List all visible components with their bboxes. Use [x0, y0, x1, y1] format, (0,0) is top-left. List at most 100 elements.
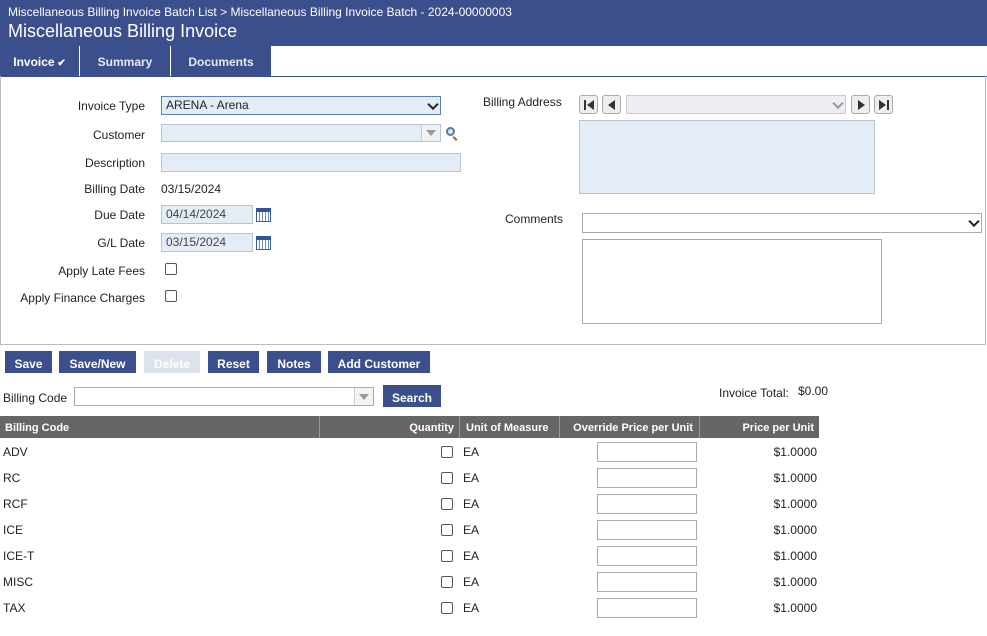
- save-new-button[interactable]: Save/New: [59, 351, 136, 373]
- previous-record-button[interactable]: [602, 95, 621, 114]
- override-price-input[interactable]: [597, 520, 697, 540]
- invoice-total-value: $0.00: [798, 384, 829, 398]
- add-customer-button[interactable]: Add Customer: [328, 351, 430, 373]
- apply-finance-charges-label: Apply Finance Charges: [20, 291, 145, 305]
- table-row: ICE EA $1.0000: [0, 517, 819, 543]
- price-per-unit-cell: $1.0000: [773, 601, 817, 615]
- price-per-unit-cell: $1.0000: [773, 575, 817, 589]
- column-header-override-price[interactable]: Override Price per Unit: [560, 416, 700, 438]
- breadcrumb[interactable]: Miscellaneous Billing Invoice Batch List…: [8, 5, 512, 19]
- check-icon: ✔: [54, 58, 66, 69]
- apply-finance-charges-checkbox[interactable]: [165, 290, 177, 302]
- chevron-down-icon: [832, 97, 844, 109]
- search-icon[interactable]: [446, 127, 455, 136]
- gl-date-label: G/L Date: [97, 236, 145, 250]
- due-date-input[interactable]: 04/14/2024: [161, 205, 253, 224]
- billing-date-value: 03/15/2024: [161, 182, 222, 196]
- apply-late-fees-checkbox[interactable]: [165, 263, 177, 275]
- apply-late-fees-label: Apply Late Fees: [58, 264, 145, 278]
- column-header-quantity[interactable]: Quantity: [320, 416, 460, 438]
- billing-address-textarea[interactable]: [579, 120, 875, 194]
- invoice-total-label: Invoice Total:: [719, 386, 789, 400]
- unit-of-measure-cell: EA: [463, 549, 480, 563]
- description-label: Description: [84, 156, 145, 170]
- price-per-unit-cell: $1.0000: [773, 471, 817, 485]
- unit-of-measure-cell: EA: [463, 601, 480, 615]
- override-price-input[interactable]: [597, 546, 697, 566]
- override-price-input[interactable]: [597, 598, 697, 618]
- unit-of-measure-cell: EA: [463, 575, 480, 589]
- price-per-unit-cell: $1.0000: [773, 497, 817, 511]
- billing-address-label: Billing Address: [483, 95, 562, 109]
- quantity-checkbox[interactable]: [441, 472, 453, 484]
- calendar-icon[interactable]: [256, 236, 271, 250]
- next-record-button[interactable]: [851, 95, 870, 114]
- override-price-input[interactable]: [597, 572, 697, 592]
- caret-down-icon: [359, 394, 369, 400]
- price-per-unit-cell: $1.0000: [773, 549, 817, 563]
- billing-code-cell: ICE-T: [3, 549, 35, 563]
- override-price-input[interactable]: [597, 468, 697, 488]
- first-icon: [584, 100, 586, 110]
- description-input[interactable]: [161, 153, 461, 172]
- billing-code-dropdown-toggle[interactable]: [354, 388, 373, 405]
- customer-label: Customer: [92, 128, 145, 142]
- unit-of-measure-cell: EA: [463, 523, 480, 537]
- unit-of-measure-cell: EA: [463, 497, 480, 511]
- customer-dropdown-toggle[interactable]: [421, 125, 440, 141]
- comments-textarea[interactable]: [582, 239, 882, 324]
- delete-button[interactable]: Delete: [144, 351, 200, 373]
- chevron-down-icon: [427, 98, 439, 110]
- reset-button[interactable]: Reset: [208, 351, 259, 373]
- table-row: RCF EA $1.0000: [0, 491, 819, 517]
- tab-bar: Invoice ✔ Summary Documents: [0, 46, 987, 77]
- calendar-icon[interactable]: [256, 208, 271, 222]
- quantity-checkbox[interactable]: [441, 602, 453, 614]
- caret-down-icon: [426, 130, 436, 136]
- last-record-button[interactable]: [874, 95, 893, 114]
- previous-icon: [608, 100, 615, 110]
- invoice-type-select[interactable]: ARENA - Arena: [161, 96, 441, 115]
- price-per-unit-cell: $1.0000: [773, 523, 817, 537]
- override-price-input[interactable]: [597, 494, 697, 514]
- billing-code-cell: ADV: [3, 445, 28, 459]
- quantity-checkbox[interactable]: [441, 576, 453, 588]
- first-record-button[interactable]: [579, 95, 598, 114]
- billing-code-combobox[interactable]: [74, 387, 374, 406]
- due-date-label: Due Date: [94, 208, 145, 222]
- quantity-checkbox[interactable]: [441, 446, 453, 458]
- save-button[interactable]: Save: [5, 351, 52, 373]
- quantity-checkbox[interactable]: [441, 498, 453, 510]
- tab-invoice-label: Invoice: [13, 55, 55, 69]
- billing-code-cell: MISC: [3, 575, 33, 589]
- billing-code-cell: ICE: [3, 523, 24, 537]
- comments-select[interactable]: [582, 213, 982, 233]
- comments-label: Comments: [505, 212, 564, 226]
- search-button[interactable]: Search: [383, 385, 441, 407]
- billing-code-cell: TAX: [3, 601, 26, 615]
- price-per-unit-cell: $1.0000: [773, 445, 817, 459]
- invoice-type-value: ARENA - Arena: [166, 98, 249, 112]
- table-row: RC EA $1.0000: [0, 465, 819, 491]
- gl-date-input[interactable]: 03/15/2024: [161, 233, 253, 252]
- tab-invoice[interactable]: Invoice ✔: [0, 46, 79, 76]
- page-title: Miscellaneous Billing Invoice: [8, 21, 238, 41]
- tab-documents[interactable]: Documents: [170, 46, 271, 76]
- column-header-unit-of-measure[interactable]: Unit of Measure: [460, 416, 560, 438]
- unit-of-measure-cell: EA: [463, 471, 480, 485]
- billing-date-label: Billing Date: [84, 182, 145, 196]
- quantity-checkbox[interactable]: [441, 550, 453, 562]
- quantity-checkbox[interactable]: [441, 524, 453, 536]
- customer-combobox[interactable]: [161, 124, 441, 142]
- table-row: ADV EA $1.0000: [0, 439, 819, 465]
- override-price-input[interactable]: [597, 442, 697, 462]
- table-row: MISC EA $1.0000: [0, 569, 819, 595]
- notes-button[interactable]: Notes: [267, 351, 321, 373]
- billing-address-select[interactable]: [626, 95, 846, 114]
- column-header-billing-code[interactable]: Billing Code: [0, 416, 320, 438]
- column-header-price-per-unit[interactable]: Price per Unit: [700, 416, 819, 438]
- table-row: ICE-T EA $1.0000: [0, 543, 819, 569]
- table-row: TAX EA $1.0000: [0, 595, 819, 621]
- invoice-type-label: Invoice Type: [77, 99, 145, 113]
- tab-summary[interactable]: Summary: [79, 46, 170, 76]
